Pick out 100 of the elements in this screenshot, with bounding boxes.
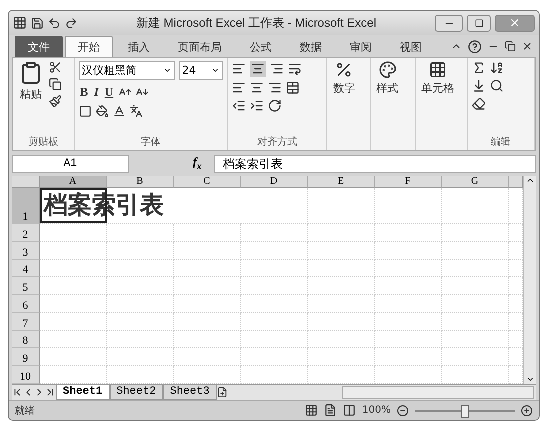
- table-cell[interactable]: [375, 242, 442, 260]
- align-center-icon[interactable]: [250, 81, 264, 95]
- merge-cells-icon[interactable]: [286, 81, 300, 95]
- ribbon-tab[interactable]: 开始: [65, 36, 113, 57]
- sheet-tab[interactable]: Sheet3: [163, 385, 217, 400]
- save-icon[interactable]: [31, 16, 44, 30]
- table-cell[interactable]: [174, 224, 241, 242]
- restore-icon[interactable]: [505, 41, 516, 52]
- table-cell[interactable]: [308, 260, 375, 278]
- table-cell[interactable]: [174, 295, 241, 313]
- font-size-field[interactable]: 24: [179, 61, 224, 80]
- sheet-tab[interactable]: Sheet2: [110, 385, 164, 400]
- table-cell[interactable]: [40, 312, 107, 331]
- table-cell[interactable]: [308, 277, 375, 296]
- wrap-text-icon[interactable]: [288, 62, 302, 76]
- table-cell[interactable]: [375, 224, 442, 242]
- fill-color-icon[interactable]: [96, 105, 110, 118]
- table-cell[interactable]: [40, 242, 107, 260]
- row-header[interactable]: 2: [12, 224, 40, 242]
- row-header[interactable]: 9: [12, 348, 40, 366]
- eraser-icon[interactable]: [472, 97, 486, 111]
- table-cell[interactable]: [107, 312, 174, 331]
- page-layout-icon[interactable]: [324, 404, 338, 417]
- column-header[interactable]: G: [442, 176, 509, 188]
- table-cell[interactable]: [308, 242, 375, 260]
- zoom-level[interactable]: 100%: [362, 405, 391, 416]
- orientation-icon[interactable]: [268, 99, 282, 113]
- table-cell[interactable]: [241, 224, 308, 242]
- table-cell[interactable]: [442, 312, 509, 331]
- table-cell[interactable]: [442, 348, 509, 366]
- table-cell[interactable]: [174, 330, 241, 348]
- table-cell[interactable]: [107, 277, 174, 296]
- vertical-scrollbar[interactable]: [523, 176, 536, 384]
- table-cell[interactable]: [174, 348, 241, 366]
- table-cell[interactable]: [375, 312, 442, 331]
- table-cell[interactable]: [40, 277, 107, 296]
- table-cell[interactable]: [40, 295, 107, 313]
- undo-icon[interactable]: [48, 16, 61, 30]
- table-cell[interactable]: [442, 242, 509, 260]
- fill-icon[interactable]: [472, 79, 486, 93]
- table-cell[interactable]: [375, 348, 442, 366]
- cut-icon[interactable]: [49, 61, 62, 74]
- column-header[interactable]: B: [107, 176, 174, 188]
- table-cell[interactable]: [442, 188, 509, 224]
- paste-button[interactable]: 粘贴: [17, 61, 45, 136]
- table-cell[interactable]: [174, 260, 241, 278]
- table-cell[interactable]: [174, 312, 241, 331]
- underline-button[interactable]: U: [104, 84, 115, 101]
- scroll-down-icon[interactable]: [526, 375, 534, 384]
- align-middle-button[interactable]: [250, 61, 266, 77]
- row-header[interactable]: 5: [12, 277, 40, 296]
- help-icon[interactable]: [468, 40, 482, 54]
- table-cell[interactable]: [241, 348, 308, 366]
- row-header[interactable]: 7: [12, 312, 40, 331]
- ribbon-tab[interactable]: 审阅: [337, 36, 385, 57]
- table-cell[interactable]: [442, 295, 509, 313]
- table-cell[interactable]: [442, 224, 509, 242]
- sort-filter-icon[interactable]: [490, 61, 504, 75]
- column-header[interactable]: A: [40, 176, 107, 188]
- copy-icon[interactable]: [49, 78, 62, 91]
- border-icon[interactable]: [79, 105, 92, 118]
- format-painter-icon[interactable]: [49, 95, 62, 108]
- table-cell[interactable]: [40, 348, 107, 366]
- file-tab[interactable]: 文件: [15, 36, 63, 57]
- table-cell[interactable]: [107, 330, 174, 348]
- row-header[interactable]: 3: [12, 242, 40, 260]
- cells-button[interactable]: 单元格: [420, 61, 457, 136]
- column-header[interactable]: D: [241, 176, 308, 188]
- table-cell[interactable]: [308, 348, 375, 366]
- bold-button[interactable]: B: [79, 84, 90, 101]
- table-cell[interactable]: [308, 295, 375, 313]
- redo-icon[interactable]: [65, 16, 78, 30]
- font-color-icon[interactable]: [113, 105, 126, 118]
- zoom-in-icon[interactable]: [521, 404, 533, 416]
- column-header[interactable]: F: [375, 176, 442, 188]
- table-cell[interactable]: [442, 277, 509, 296]
- find-icon[interactable]: [490, 79, 504, 93]
- first-sheet-icon[interactable]: [12, 387, 23, 398]
- table-cell[interactable]: [375, 295, 442, 313]
- column-header[interactable]: C: [174, 176, 241, 188]
- ribbon-tab[interactable]: 数据: [287, 36, 335, 57]
- table-cell[interactable]: [174, 242, 241, 260]
- ribbon-tab[interactable]: 插入: [115, 36, 163, 57]
- increase-indent-icon[interactable]: [250, 99, 264, 113]
- normal-view-icon[interactable]: [305, 404, 318, 417]
- table-cell[interactable]: [375, 277, 442, 296]
- table-cell[interactable]: [241, 277, 308, 296]
- insert-function-label[interactable]: f$_{x}$: [133, 155, 210, 173]
- table-cell[interactable]: [107, 224, 174, 242]
- table-cell[interactable]: [241, 188, 308, 224]
- table-cell[interactable]: [308, 224, 375, 242]
- close-icon[interactable]: [522, 41, 533, 52]
- row-header[interactable]: 4: [12, 260, 40, 278]
- table-cell[interactable]: [107, 260, 174, 278]
- table-cell[interactable]: [375, 260, 442, 278]
- table-cell[interactable]: [241, 330, 308, 348]
- italic-button[interactable]: I: [93, 84, 100, 101]
- align-left-icon[interactable]: [232, 81, 246, 95]
- sheet-tab[interactable]: Sheet1: [56, 385, 110, 400]
- align-right-icon[interactable]: [268, 81, 282, 95]
